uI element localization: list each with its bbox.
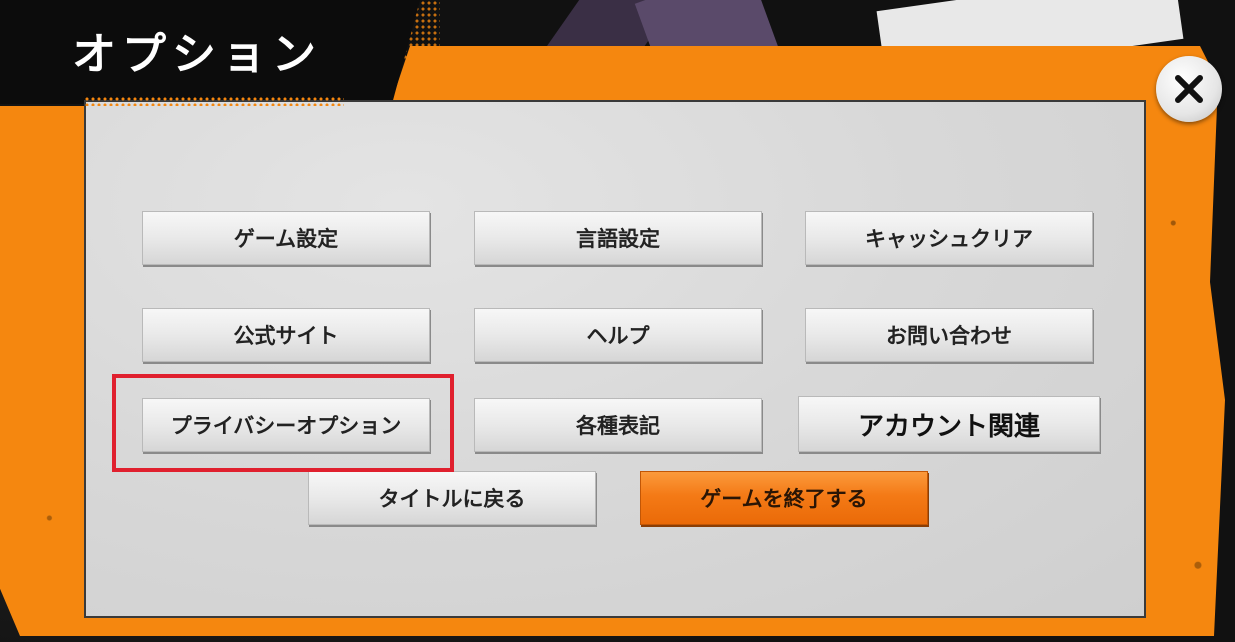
- account-button[interactable]: アカウント関連: [798, 396, 1100, 452]
- contact-button[interactable]: お問い合わせ: [805, 308, 1093, 362]
- help-button[interactable]: ヘルプ: [474, 308, 762, 362]
- privacy-options-button[interactable]: プライバシーオプション: [142, 398, 430, 452]
- notices-button[interactable]: 各種表記: [474, 398, 762, 452]
- official-site-button[interactable]: 公式サイト: [142, 308, 430, 362]
- language-settings-button[interactable]: 言語設定: [474, 211, 762, 265]
- close-button[interactable]: [1156, 56, 1222, 122]
- cache-clear-button[interactable]: キャッシュクリア: [805, 211, 1093, 265]
- quit-game-button[interactable]: ゲームを終了する: [640, 471, 928, 525]
- page-title: オプション: [72, 29, 322, 80]
- panel-dot-pattern: [84, 96, 344, 106]
- back-to-title-button[interactable]: タイトルに戻る: [308, 471, 596, 525]
- close-icon: [1175, 75, 1203, 103]
- game-settings-button[interactable]: ゲーム設定: [142, 211, 430, 265]
